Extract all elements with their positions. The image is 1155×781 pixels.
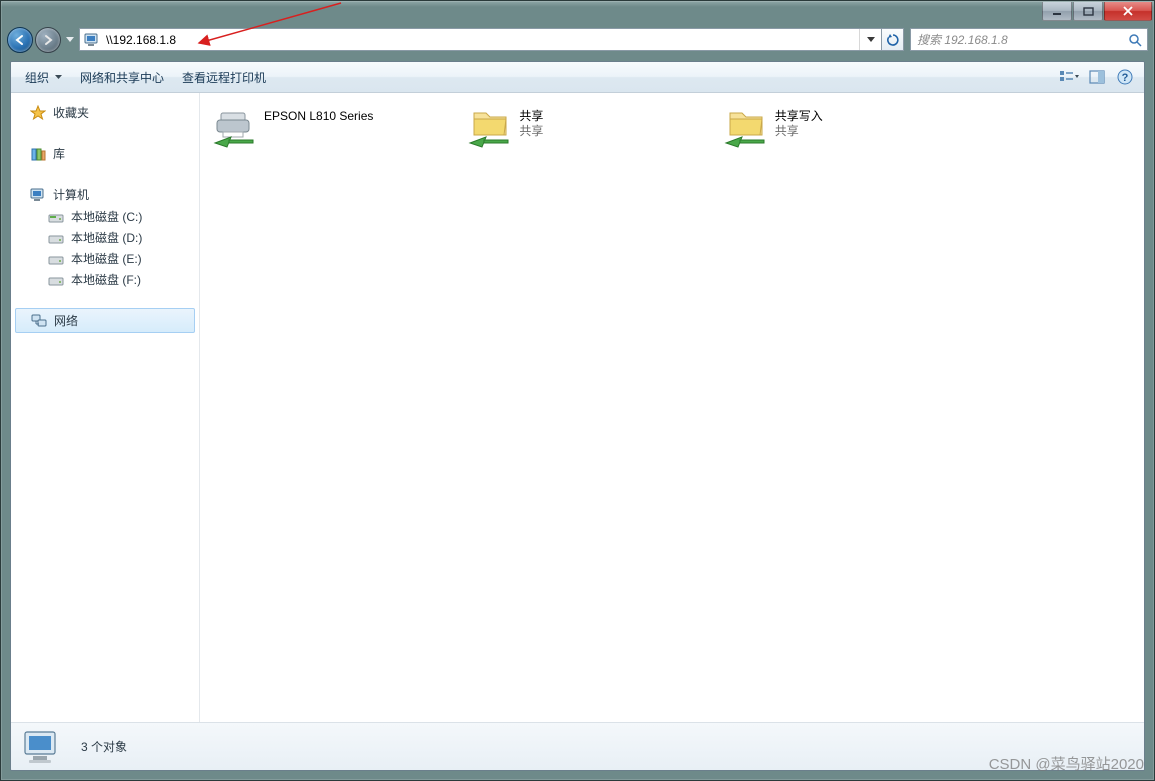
maximize-button[interactable] (1073, 2, 1103, 21)
address-bar[interactable]: \\192.168.1.8 (79, 28, 904, 51)
sidebar-drive-c[interactable]: 本地磁盘 (C:) (11, 206, 199, 227)
organize-label: 组织 (25, 69, 49, 86)
forward-button[interactable] (35, 27, 61, 53)
titlebar (1, 1, 1154, 23)
sidebar-libraries[interactable]: 库 (11, 142, 199, 165)
search-icon[interactable] (1127, 32, 1143, 48)
chevron-down-icon (55, 75, 62, 79)
list-item[interactable]: 共享 共享 (463, 105, 715, 151)
address-text[interactable]: \\192.168.1.8 (104, 33, 859, 47)
sidebar-network[interactable]: 网络 (15, 308, 195, 333)
shared-folder-icon (721, 107, 771, 149)
drive-icon (47, 251, 65, 267)
libraries-icon (29, 146, 47, 162)
item-name: 共享写入 (775, 109, 823, 124)
organize-menu[interactable]: 组织 (17, 65, 70, 90)
explorer-window: \\192.168.1.8 组织 网络和共享中心 查看远程打印机 (0, 0, 1155, 781)
back-button[interactable] (7, 27, 33, 53)
view-mode-button[interactable] (1056, 66, 1082, 88)
command-toolbar: 组织 网络和共享中心 查看远程打印机 ? (11, 62, 1144, 93)
details-pane: 3 个对象 (11, 722, 1144, 770)
computer-icon (29, 187, 47, 203)
drive-icon (47, 209, 65, 225)
search-box[interactable] (910, 28, 1148, 51)
address-dropdown[interactable] (859, 29, 881, 50)
computer-icon (82, 32, 102, 48)
close-button[interactable] (1104, 2, 1152, 21)
items-view[interactable]: EPSON L810 Series 共享 共享 (200, 93, 1144, 722)
sidebar-favorites[interactable]: 收藏夹 (11, 101, 199, 124)
star-icon (29, 105, 47, 121)
drive-icon (47, 272, 65, 288)
minimize-button[interactable] (1042, 2, 1072, 21)
item-name: EPSON L810 Series (264, 109, 373, 124)
svg-text:?: ? (1122, 72, 1129, 84)
navigation-pane[interactable]: 收藏夹 库 计算机 本地磁盘 (C:) (11, 93, 200, 722)
sidebar-computer[interactable]: 计算机 (11, 183, 199, 206)
item-subtitle: 共享 (775, 124, 823, 139)
search-input[interactable] (915, 32, 1127, 48)
drive-icon (47, 230, 65, 246)
sidebar-drive-e[interactable]: 本地磁盘 (E:) (11, 248, 199, 269)
printer-share-icon (210, 107, 260, 149)
refresh-button[interactable] (881, 29, 903, 50)
item-name: 共享 (519, 109, 543, 124)
sidebar-drive-f[interactable]: 本地磁盘 (F:) (11, 269, 199, 290)
help-button[interactable]: ? (1112, 66, 1138, 88)
list-item[interactable]: EPSON L810 Series (208, 105, 460, 151)
shared-folder-icon (465, 107, 515, 149)
network-icon (30, 313, 48, 329)
navigation-bar: \\192.168.1.8 (1, 23, 1154, 56)
view-remote-printers-button[interactable]: 查看远程打印机 (174, 65, 274, 90)
item-subtitle: 共享 (519, 124, 543, 139)
preview-pane-button[interactable] (1084, 66, 1110, 88)
network-center-button[interactable]: 网络和共享中心 (72, 65, 172, 90)
sidebar-drive-d[interactable]: 本地磁盘 (D:) (11, 227, 199, 248)
computer-icon (19, 727, 67, 767)
list-item[interactable]: 共享写入 共享 (719, 105, 971, 151)
client-area: 组织 网络和共享中心 查看远程打印机 ? 收藏夹 (10, 61, 1145, 771)
status-text: 3 个对象 (81, 738, 127, 755)
recent-dropdown[interactable] (63, 31, 77, 49)
